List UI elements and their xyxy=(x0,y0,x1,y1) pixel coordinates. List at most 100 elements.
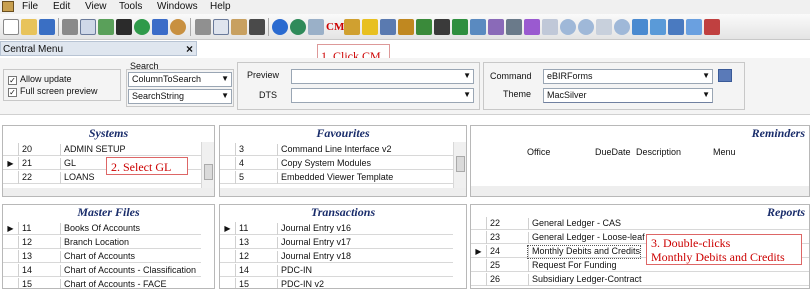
preview-select[interactable]: ▼ xyxy=(291,69,474,84)
list-icon[interactable] xyxy=(596,19,612,35)
table-row[interactable]: 20 ADMIN SETUP xyxy=(3,143,201,156)
toolbar: CM xyxy=(0,14,810,40)
up-icon[interactable] xyxy=(98,19,114,35)
table-row[interactable]: 12 Branch Location xyxy=(3,236,201,249)
table-row[interactable]: 14 Chart of Accounts - Classification xyxy=(3,264,201,277)
command-value: eBIRForms xyxy=(547,71,593,81)
new-icon[interactable] xyxy=(3,19,19,35)
eye-icon[interactable] xyxy=(542,19,558,35)
delete-icon[interactable] xyxy=(704,19,720,35)
table-row[interactable]: 26 Subsidiary Ledger-Contract xyxy=(471,273,809,286)
zoom-icon[interactable] xyxy=(614,19,630,35)
book-icon[interactable] xyxy=(718,69,732,82)
print-icon[interactable] xyxy=(62,19,78,35)
table-row[interactable]: 22 General Ledger - CAS xyxy=(471,217,809,230)
close-icon[interactable]: × xyxy=(186,42,193,56)
row-selector xyxy=(471,273,487,286)
table-row[interactable]: 13 Chart of Accounts xyxy=(3,250,201,263)
key-icon[interactable] xyxy=(524,19,540,35)
chevron-down-icon: ▼ xyxy=(221,74,229,83)
row-selector xyxy=(220,143,236,156)
copy-icon[interactable] xyxy=(213,19,229,35)
row-selector xyxy=(220,171,236,184)
reminders-panel: Reminders Office DueDate Description Men… xyxy=(470,125,810,197)
vertical-scrollbar[interactable] xyxy=(453,142,466,188)
row-selector xyxy=(3,143,19,156)
search-string-input[interactable]: SearchString ▼ xyxy=(128,89,232,104)
cut-icon[interactable] xyxy=(195,19,211,35)
cm-icon[interactable]: CM xyxy=(326,19,344,35)
menu-tools[interactable]: Tools xyxy=(119,1,142,12)
menu-help[interactable]: Help xyxy=(210,1,231,12)
filter-icon[interactable] xyxy=(632,19,648,35)
grid-icon[interactable] xyxy=(249,19,265,35)
star-icon[interactable] xyxy=(362,19,378,35)
preview-icon[interactable] xyxy=(80,19,96,35)
table-row[interactable]: ▶ 11 Journal Entry v16 xyxy=(220,222,453,235)
table-row[interactable]: 12 Journal Entry v18 xyxy=(220,250,453,263)
full-screen-preview-checkbox[interactable]: ✓ Full screen preview xyxy=(8,86,98,97)
table-icon[interactable] xyxy=(434,19,450,35)
info-icon[interactable] xyxy=(290,19,306,35)
column-header-menu[interactable]: Menu xyxy=(713,147,736,157)
excel-icon[interactable] xyxy=(452,19,468,35)
table-row[interactable]: 13 Journal Entry v17 xyxy=(220,236,453,249)
open-icon[interactable] xyxy=(21,19,37,35)
horizontal-scrollbar[interactable] xyxy=(471,186,809,196)
zoom-in-icon[interactable] xyxy=(578,19,594,35)
column-to-search-select[interactable]: ColumnToSearch ▼ xyxy=(128,72,232,87)
table-row[interactable]: 15 Chart of Accounts - FACE xyxy=(3,278,201,288)
pin-icon[interactable] xyxy=(416,19,432,35)
paste-icon[interactable] xyxy=(231,19,247,35)
table-row[interactable]: 4 Copy System Modules xyxy=(220,157,453,170)
dts-label: DTS xyxy=(259,90,277,100)
calculator-icon[interactable] xyxy=(308,19,324,35)
row-number: 4 xyxy=(239,158,245,168)
theme-select[interactable]: MacSilver ▼ xyxy=(543,88,713,103)
row-label: General Ledger - Loose-leaf xyxy=(528,232,645,244)
filter-icon-2[interactable] xyxy=(650,19,666,35)
transactions-panel: Transactions ▶ 11 Journal Entry v16 13 Journ… xyxy=(219,204,467,289)
scrollbar-thumb[interactable] xyxy=(456,156,465,172)
vertical-scrollbar[interactable] xyxy=(201,142,214,188)
menu-edit[interactable]: Edit xyxy=(53,1,70,12)
refresh-icon[interactable] xyxy=(134,19,150,35)
row-label: Journal Entry v17 xyxy=(277,237,351,249)
app-icon[interactable] xyxy=(2,1,14,12)
menu-windows[interactable]: Windows xyxy=(157,1,198,12)
dts-select[interactable]: ▼ xyxy=(291,88,474,103)
row-number: 14 xyxy=(22,265,33,275)
funnel-icon[interactable] xyxy=(668,19,684,35)
horizontal-scrollbar[interactable] xyxy=(3,188,214,196)
user-icon[interactable] xyxy=(380,19,396,35)
monitor-icon[interactable] xyxy=(488,19,504,35)
export-icon[interactable] xyxy=(116,19,132,35)
column-header-due-date[interactable]: DueDate xyxy=(595,147,631,157)
master-files-title: Master Files xyxy=(3,205,214,221)
row-label: Chart of Accounts - Classification xyxy=(60,265,196,277)
tools-icon[interactable] xyxy=(506,19,522,35)
table-row[interactable]: 3 Command Line Interface v2 xyxy=(220,143,453,156)
search-icon[interactable] xyxy=(686,19,702,35)
table-row[interactable]: ▶ 11 Books Of Accounts xyxy=(3,222,201,235)
find-icon[interactable] xyxy=(170,19,186,35)
table-row[interactable]: 14 PDC-IN xyxy=(220,264,453,277)
table-row[interactable]: 15 PDC-IN v2 xyxy=(220,278,453,289)
allow-update-checkbox[interactable]: ✓ Allow update xyxy=(8,74,72,85)
zoom-out-icon[interactable] xyxy=(560,19,576,35)
menu-file[interactable]: File xyxy=(22,1,38,12)
scrollbar-thumb[interactable] xyxy=(204,164,213,180)
horizontal-scrollbar[interactable] xyxy=(220,188,466,196)
g-icon[interactable] xyxy=(398,19,414,35)
column-header-description[interactable]: Description xyxy=(636,147,681,157)
menu-view[interactable]: View xyxy=(85,1,107,12)
help-icon[interactable] xyxy=(272,19,288,35)
table-row[interactable]: 5 Embedded Viewer Template xyxy=(220,171,453,184)
column-header-office[interactable]: Office xyxy=(527,147,550,157)
row-number: 15 xyxy=(239,279,250,289)
command-select[interactable]: eBIRForms ▼ xyxy=(543,69,713,84)
chart-icon[interactable] xyxy=(470,19,486,35)
save-icon[interactable] xyxy=(39,19,55,35)
undo-icon[interactable] xyxy=(152,19,168,35)
edit-icon[interactable] xyxy=(344,19,360,35)
